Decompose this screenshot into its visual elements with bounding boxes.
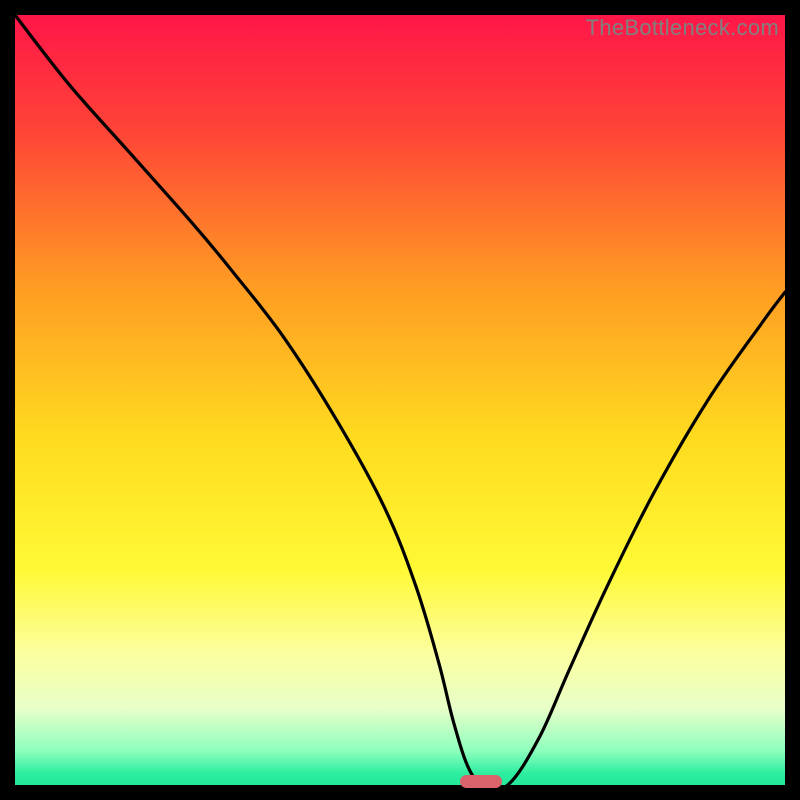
chart-frame: TheBottleneck.com [15,15,785,785]
plot-area [15,15,785,785]
gradient-rect [15,15,785,785]
watermark-text: TheBottleneck.com [586,15,779,41]
optimal-marker [460,775,502,788]
plot-svg [15,15,785,785]
